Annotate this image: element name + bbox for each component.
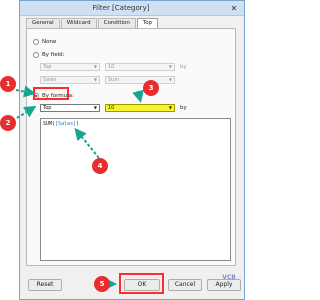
- annotation-arrows: [15, 85, 144, 290]
- arrow-2: [16, 105, 37, 119]
- callout-1: 1: [0, 76, 16, 92]
- arrow-1: [15, 85, 36, 98]
- callout-4: 4: [92, 158, 108, 174]
- callout-2: 2: [0, 115, 16, 131]
- callout-3: 3: [143, 80, 159, 96]
- callout-5: 5: [94, 276, 110, 292]
- arrow-3: [132, 89, 144, 103]
- arrow-4: [74, 127, 100, 159]
